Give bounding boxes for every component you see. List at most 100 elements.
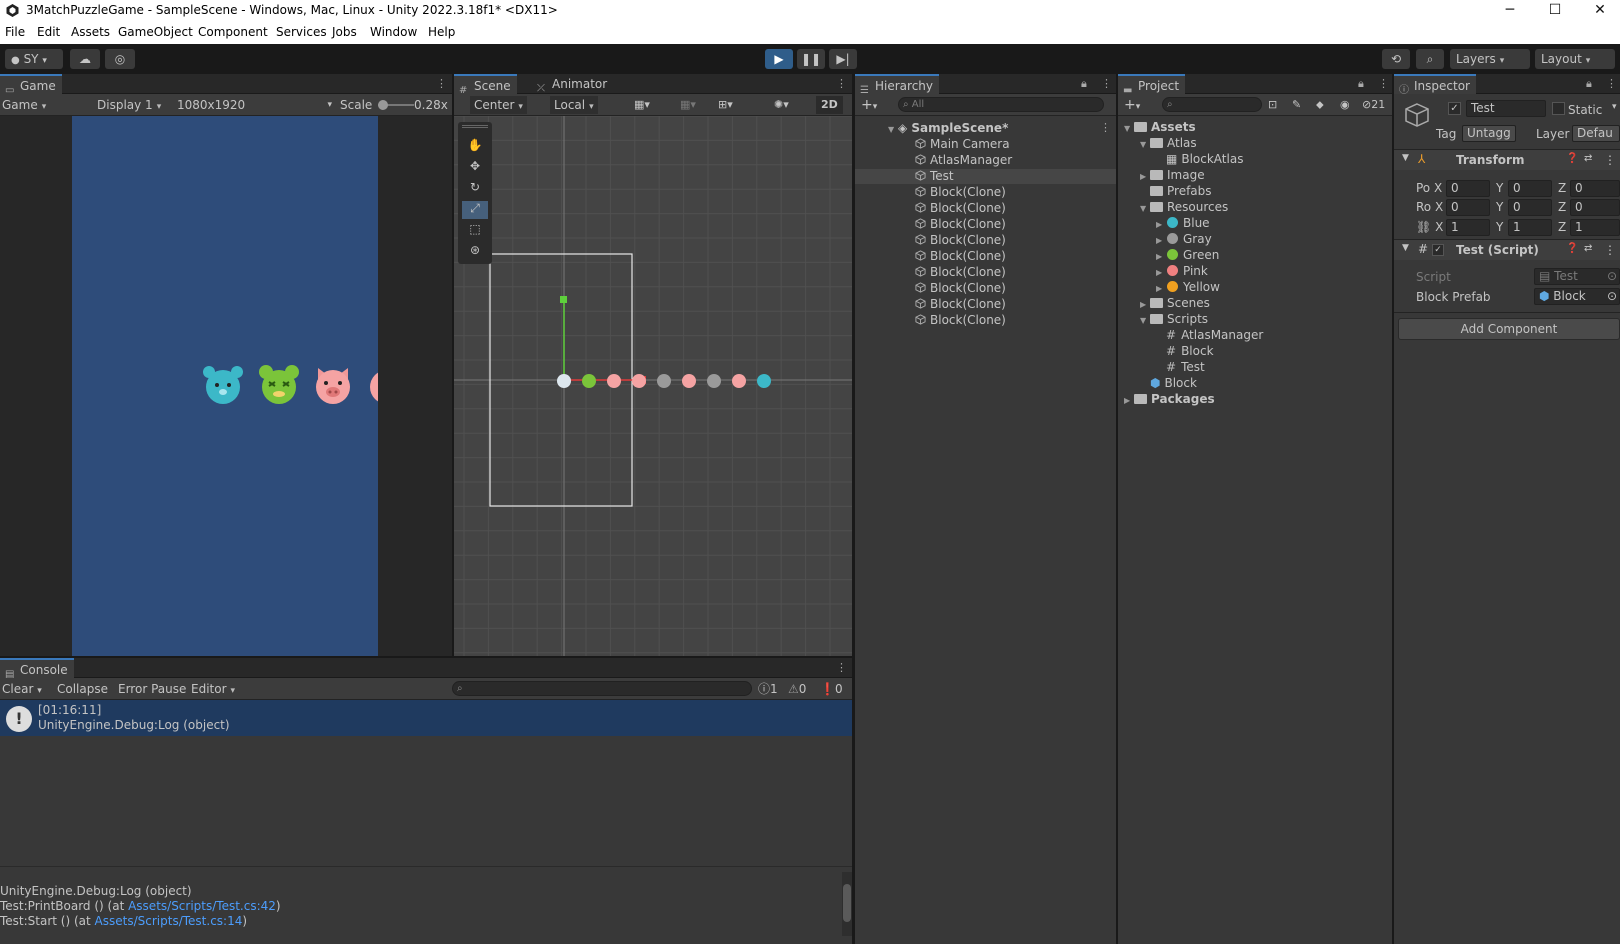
splitter[interactable] <box>0 866 852 867</box>
component-enabled-checkbox[interactable]: ✓ <box>1432 244 1444 256</box>
rect-tool-icon[interactable]: ⬚ <box>462 222 488 240</box>
scrollbar-thumb[interactable] <box>843 884 851 922</box>
favorite-icon[interactable]: ⬥ <box>1316 96 1324 114</box>
menu-services[interactable]: Services <box>276 25 327 39</box>
layers-dropdown[interactable]: Layers <box>1450 49 1530 69</box>
add-object-button[interactable]: +▾ <box>861 96 877 114</box>
scene-viewport[interactable]: ✋ ✥ ↻ ⤢ ⬚ ⊛ <box>454 116 852 656</box>
lock-icon[interactable]: 🔒︎ <box>1081 77 1087 91</box>
scene-root[interactable]: ▼ ◈ SampleScene* <box>888 121 1008 137</box>
foldout-arrow-icon[interactable]: ▼ <box>1140 201 1150 216</box>
hidden-packages-count[interactable]: ⊘21 <box>1362 96 1385 114</box>
hierarchy-item[interactable]: AtlasManager <box>855 153 1116 168</box>
component-menu-icon[interactable]: ⋮ <box>1604 243 1616 257</box>
hierarchy-item[interactable]: Main Camera <box>855 137 1116 152</box>
static-checkbox[interactable] <box>1552 102 1565 115</box>
project-tree-item[interactable]: ⬢ Block <box>1140 376 1197 391</box>
hierarchy-item[interactable]: Block(Clone) <box>855 233 1116 248</box>
project-tree-item[interactable]: # Test <box>1156 360 1205 375</box>
foldout-arrow-icon[interactable]: ▼ <box>1140 313 1150 328</box>
object-picker-icon[interactable]: ⊙ <box>1607 289 1617 304</box>
search-button[interactable]: ⌕ <box>1416 49 1444 69</box>
scale-slider-thumb[interactable] <box>378 100 388 110</box>
position-y-field[interactable]: 0 <box>1508 180 1552 197</box>
overlay-grip-icon[interactable] <box>462 125 488 128</box>
resolution-dropdown[interactable]: 1080x1920 ▾ <box>177 96 332 114</box>
history-button[interactable]: ⟲ <box>1382 49 1410 69</box>
kebab-menu-icon[interactable]: ⋮ <box>1606 77 1617 90</box>
menu-help[interactable]: Help <box>428 25 455 39</box>
static-dropdown[interactable]: ▾ <box>1612 102 1617 112</box>
game-mode-dropdown[interactable]: Game <box>2 96 84 114</box>
stacktrace-link[interactable]: Assets/Scripts/Test.cs:14 <box>95 914 243 928</box>
splitter[interactable] <box>1392 74 1394 944</box>
foldout-arrow-icon[interactable]: ▶ <box>1156 265 1166 280</box>
warning-count-toggle[interactable]: ⚠0 <box>788 680 806 698</box>
clear-button[interactable]: Clear ▾ <box>2 680 42 698</box>
scale-tool-icon[interactable]: ⤢ <box>462 201 488 219</box>
foldout-arrow-icon[interactable]: ▶ <box>1156 281 1166 296</box>
foldout-arrow-icon[interactable]: ▼ <box>1124 121 1134 136</box>
project-search-input[interactable]: ⌕ <box>1162 97 1262 112</box>
menu-jobs[interactable]: Jobs <box>332 25 357 39</box>
minimize-button[interactable]: ─ <box>1490 0 1530 22</box>
menu-assets[interactable]: Assets <box>71 25 110 39</box>
kebab-menu-icon[interactable]: ⋮ <box>836 661 847 674</box>
kebab-menu-icon[interactable]: ⋮ <box>836 77 847 90</box>
menu-component[interactable]: Component <box>198 25 268 39</box>
position-z-field[interactable]: 0 <box>1570 180 1620 197</box>
search-by-label-icon[interactable]: ✎ <box>1292 96 1301 114</box>
project-tree-item[interactable]: ▶ Yellow <box>1156 280 1220 296</box>
help-icon[interactable]: ❓ <box>1566 243 1578 254</box>
grid-snap-icon[interactable]: ▦▾ <box>634 96 650 114</box>
rotate-tool-icon[interactable]: ↻ <box>462 180 488 198</box>
log-count-toggle[interactable]: ⓘ1 <box>758 680 778 698</box>
menu-gameobject[interactable]: GameObject <box>118 25 193 39</box>
help-icon[interactable]: ❓ <box>1566 153 1578 164</box>
create-asset-button[interactable]: +▾ <box>1124 96 1140 114</box>
project-tree-item[interactable]: ▼ Atlas <box>1140 136 1197 152</box>
scale-x-field[interactable]: 1 <box>1446 219 1490 236</box>
hierarchy-search-input[interactable]: ⌕ All <box>898 97 1104 112</box>
2d-toggle-button[interactable]: 2D <box>816 96 843 114</box>
rotation-z-field[interactable]: 0 <box>1570 199 1620 216</box>
splitter[interactable] <box>0 656 852 658</box>
scene-kebab-icon[interactable]: ⋮ <box>1100 121 1111 134</box>
hand-tool-icon[interactable]: ✋ <box>462 138 488 156</box>
hierarchy-item[interactable]: Block(Clone) <box>855 313 1116 328</box>
display-dropdown[interactable]: Display 1 <box>97 96 161 114</box>
editor-dropdown[interactable]: Editor <box>191 680 235 698</box>
transform-tool-icon[interactable]: ⊛ <box>462 243 488 261</box>
move-tool-icon[interactable]: ✥ <box>462 159 488 177</box>
splitter[interactable] <box>852 74 855 944</box>
tab-animator[interactable]: ⤫ Animator <box>532 74 613 95</box>
project-tree-item[interactable]: ▦ BlockAtlas <box>1156 152 1243 167</box>
project-tree-item[interactable]: ▶ Blue <box>1156 216 1210 232</box>
rotation-x-field[interactable]: 0 <box>1446 199 1490 216</box>
menu-edit[interactable]: Edit <box>37 25 60 39</box>
space-dropdown[interactable]: Local <box>550 96 598 114</box>
component-menu-icon[interactable]: ⋮ <box>1604 153 1616 167</box>
hierarchy-item[interactable]: Block(Clone) <box>855 201 1116 216</box>
clear-dropdown-arrow[interactable]: ▾ <box>37 686 42 696</box>
search-by-type-icon[interactable]: ⊡ <box>1268 96 1277 114</box>
hierarchy-item[interactable]: Block(Clone) <box>855 185 1116 200</box>
maximize-button[interactable]: ☐ <box>1535 0 1575 22</box>
foldout-arrow-icon[interactable]: ▼ <box>1140 137 1150 152</box>
lock-icon[interactable]: 🔒︎ <box>1586 77 1592 91</box>
hierarchy-item[interactable]: Block(Clone) <box>855 281 1116 296</box>
block-prefab-field[interactable]: ⬢ Block ⊙ <box>1534 288 1620 305</box>
project-tree-item[interactable]: ▼ Resources <box>1140 200 1228 216</box>
tab-project[interactable]: ▬ Project <box>1118 74 1186 96</box>
rotation-y-field[interactable]: 0 <box>1508 199 1552 216</box>
presets-icon[interactable]: ⇄ <box>1584 153 1592 164</box>
effects-icon[interactable]: ✺▾ <box>774 96 789 114</box>
lock-icon[interactable]: 🔒︎ <box>1358 77 1364 91</box>
tab-inspector[interactable]: ⓘ Inspector <box>1394 74 1476 96</box>
hierarchy-item[interactable]: Block(Clone) <box>855 217 1116 232</box>
scale-z-field[interactable]: 1 <box>1570 219 1620 236</box>
step-button[interactable]: ▶| <box>829 49 857 69</box>
kebab-menu-icon[interactable]: ⋮ <box>436 77 447 90</box>
layout-dropdown[interactable]: Layout <box>1535 49 1615 69</box>
foldout-arrow-icon[interactable]: ▶ <box>1140 169 1150 184</box>
